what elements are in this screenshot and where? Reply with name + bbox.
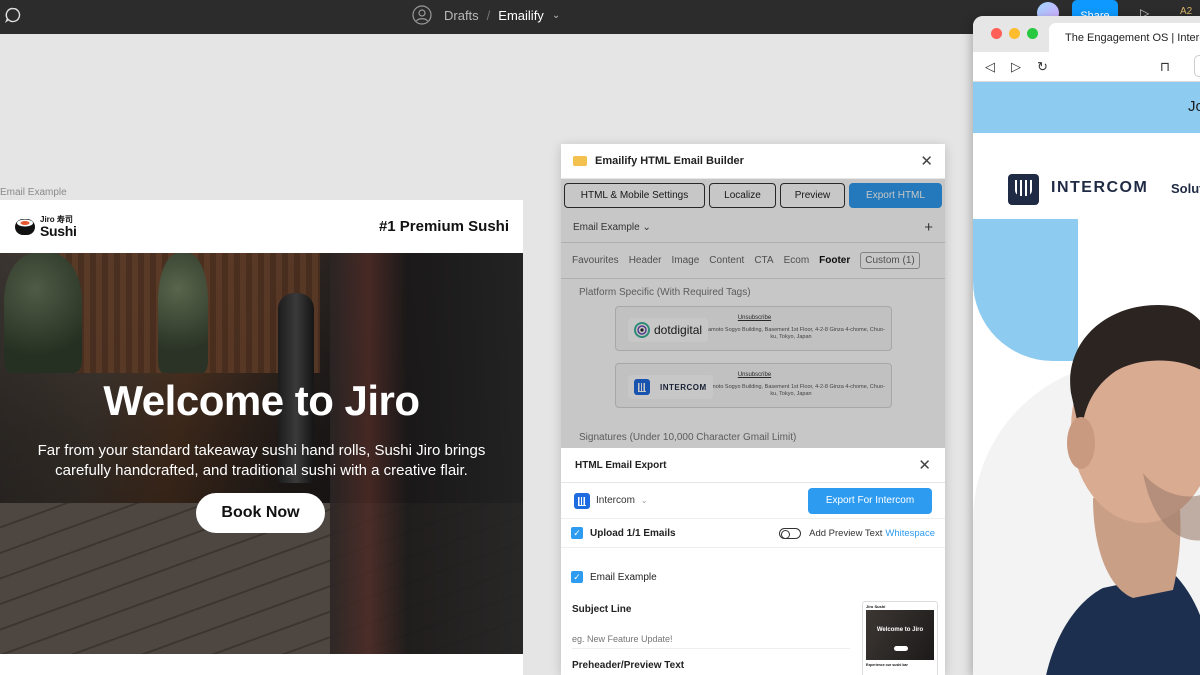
subject-line-label: Subject Line xyxy=(572,604,632,615)
breadcrumb: Drafts / Emailify ⌄ xyxy=(412,4,560,26)
email-item-row: ✓ Email Example xyxy=(561,562,945,592)
upload-checkbox[interactable]: ✓ xyxy=(571,527,583,539)
whitespace-link[interactable]: Whitespace xyxy=(885,528,935,539)
address-bar[interactable] xyxy=(1194,55,1200,77)
upload-row: ✓ Upload 1/1 Emails Add Preview Text Whi… xyxy=(561,519,945,548)
book-now-button[interactable]: Book Now xyxy=(196,493,325,533)
email-tagline: #1 Premium Sushi xyxy=(378,218,509,235)
maximize-window-icon[interactable] xyxy=(1027,28,1038,39)
browser-tab[interactable]: The Engagement OS | Intercom xyxy=(1049,23,1200,52)
intercom-logo-icon[interactable] xyxy=(1008,174,1039,205)
user-icon xyxy=(412,5,432,25)
hero-image: Welcome to Jiro Far from your standard t… xyxy=(0,253,523,654)
breadcrumb-separator: / xyxy=(486,7,491,23)
email-item-label: Email Example xyxy=(590,571,657,583)
export-for-intercom-button[interactable]: Export For Intercom xyxy=(808,487,932,514)
email-frame[interactable]: Jiro 寿司 Sushi #1 Premium Sushi Welcome t… xyxy=(0,200,523,675)
preview-text-label: Add Preview Text xyxy=(809,527,883,539)
plugin-title: Emailify HTML Email Builder xyxy=(595,155,744,167)
export-dialog-header: HTML Email Export ✕ xyxy=(561,448,945,483)
thumbnail-title: Welcome to Jiro xyxy=(876,627,924,633)
hero-text: Far from your standard takeaway sushi ha… xyxy=(37,442,486,479)
hero-plant xyxy=(158,253,208,373)
export-dialog-title: HTML Email Export xyxy=(575,459,667,471)
close-icon[interactable]: ✕ xyxy=(918,456,931,474)
comment-icon[interactable] xyxy=(4,6,22,24)
export-dialog: HTML Email Export ✕ Intercom ⌄ Export Fo… xyxy=(561,448,945,675)
provider-select[interactable]: Intercom xyxy=(596,495,635,506)
intercom-logo-icon xyxy=(574,492,590,509)
preheader-label: Preheader/Preview Text xyxy=(572,660,685,671)
subject-line-input[interactable] xyxy=(572,629,850,649)
sushi-logo-icon xyxy=(15,218,35,235)
logo-main-text: Sushi xyxy=(40,222,77,239)
close-icon[interactable]: ✕ xyxy=(920,152,933,170)
email-header: Jiro 寿司 Sushi #1 Premium Sushi xyxy=(0,200,523,253)
banner-text: Jo xyxy=(1188,98,1200,115)
nav-solutions[interactable]: Solut xyxy=(1171,181,1200,196)
reload-icon[interactable]: ↻ xyxy=(1037,59,1048,75)
plugin-header: Emailify HTML Email Builder ✕ xyxy=(561,144,945,179)
intercom-navbar: INTERCOM Solut xyxy=(973,133,1200,218)
browser-tab-bar: The Engagement OS | Intercom xyxy=(973,16,1200,52)
forward-icon[interactable]: ▷ xyxy=(1011,59,1021,75)
intercom-wordmark[interactable]: INTERCOM xyxy=(1051,179,1148,197)
close-window-icon[interactable] xyxy=(991,28,1002,39)
email-item-checkbox[interactable]: ✓ xyxy=(571,571,583,583)
thumbnail-footer-text: Experience our sushi bar xyxy=(866,663,908,667)
modal-overlay xyxy=(561,179,945,448)
hero-title: Welcome to Jiro xyxy=(103,377,420,424)
thumbnail-logo: Jiro Sushi xyxy=(866,604,886,609)
browser-window: The Engagement OS | Intercom ◁ ▷ ↻ ⊓ Jo … xyxy=(973,16,1200,675)
emailify-plugin-window: Emailify HTML Email Builder ✕ HTML & Mob… xyxy=(561,144,945,675)
jiro-logo: Jiro 寿司 Sushi xyxy=(14,215,77,239)
emailify-logo-icon xyxy=(573,156,587,166)
upload-label: Upload 1/1 Emails xyxy=(590,527,676,539)
provider-row: Intercom ⌄ Export For Intercom xyxy=(561,483,945,519)
announcement-banner[interactable]: Jo xyxy=(973,82,1200,133)
thumbnail-button xyxy=(894,646,908,651)
breadcrumb-drafts[interactable]: Drafts xyxy=(444,8,479,23)
hero-plant xyxy=(4,253,82,373)
hero-portrait xyxy=(1046,305,1200,675)
preview-text-toggle[interactable] xyxy=(779,527,802,539)
frame-label[interactable]: Email Example xyxy=(0,187,67,198)
chevron-down-icon[interactable]: ⌄ xyxy=(641,496,808,505)
thumbnail-hero: Welcome to Jiro xyxy=(866,610,934,660)
email-thumbnail[interactable]: Jiro Sushi Welcome to Jiro Experience ou… xyxy=(862,601,938,675)
browser-nav-bar: ◁ ▷ ↻ ⊓ xyxy=(973,52,1200,82)
minimize-window-icon[interactable] xyxy=(1009,28,1020,39)
back-icon[interactable]: ◁ xyxy=(985,59,995,75)
browser-tab-title: The Engagement OS | Intercom xyxy=(1065,31,1200,44)
chevron-down-icon[interactable]: ⌄ xyxy=(552,10,560,21)
bookmark-icon[interactable]: ⊓ xyxy=(1160,59,1170,75)
file-name[interactable]: Emailify xyxy=(498,8,544,23)
